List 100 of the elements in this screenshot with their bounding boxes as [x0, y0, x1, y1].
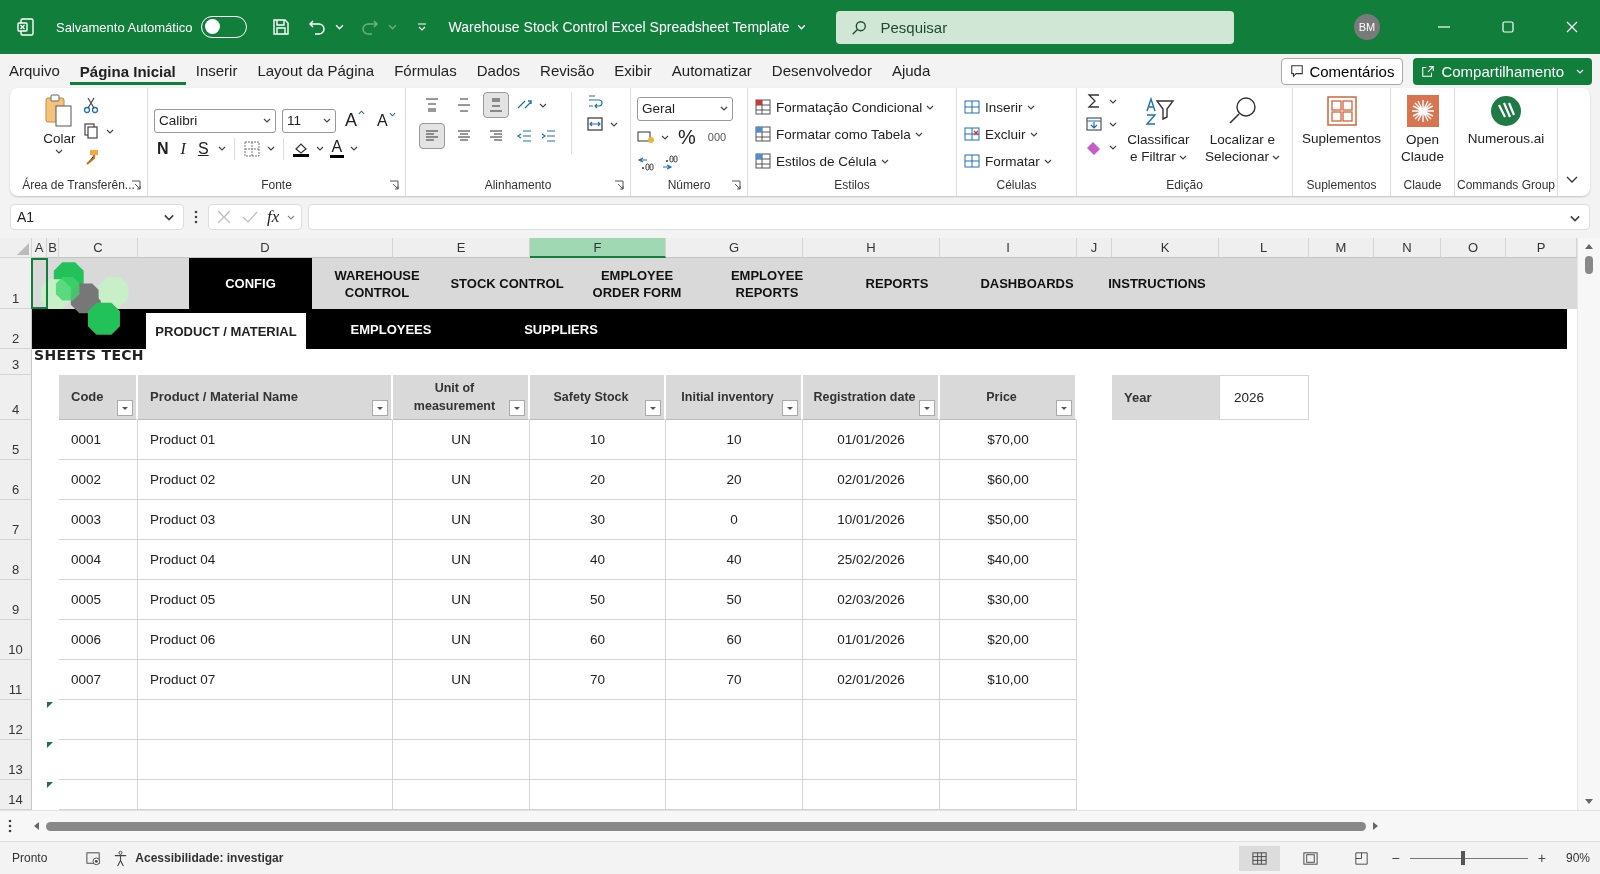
caret-icon[interactable] [105, 128, 114, 134]
column-header[interactable]: F [530, 238, 666, 258]
filter-dropdown-icon[interactable] [117, 400, 133, 416]
scroll-thumb[interactable] [46, 821, 1366, 831]
caret-icon[interactable] [538, 102, 547, 108]
ribbon-tab[interactable]: Automatizar [661, 55, 762, 87]
error-indicator-icon[interactable] [47, 742, 53, 748]
ribbon-tab[interactable]: Layout da Página [247, 55, 385, 87]
scroll-right-icon[interactable] [1372, 821, 1380, 831]
scroll-up-icon[interactable] [1584, 242, 1594, 250]
excel-icon[interactable] [16, 17, 36, 37]
filter-dropdown-icon[interactable] [372, 400, 388, 416]
ribbon-tab[interactable]: Fórmulas [384, 55, 467, 87]
caret-icon[interactable] [609, 121, 618, 127]
caret-icon[interactable] [217, 146, 226, 151]
scissors-icon[interactable] [81, 96, 100, 114]
row-header[interactable]: 9 [0, 580, 32, 620]
row-header[interactable]: 8 [0, 540, 32, 580]
paste-button[interactable]: Colar [43, 92, 76, 154]
insert-function-button[interactable]: fx [267, 207, 280, 227]
nav-tab[interactable]: EMPLOYEE REPORTS [702, 258, 832, 309]
zoom-in-button[interactable]: + [1537, 850, 1546, 866]
row-header[interactable]: 2 [0, 309, 32, 349]
ribbon-tab[interactable]: Exibir [604, 55, 662, 87]
row-header[interactable]: 12 [0, 700, 32, 740]
nav-tab[interactable]: STOCK CONTROL [442, 258, 572, 309]
thousands-button[interactable]: 000 [704, 131, 730, 143]
nav-tab[interactable]: CONFIG [189, 258, 312, 309]
decrease-decimal-icon[interactable] [661, 153, 679, 172]
filter-dropdown-icon[interactable] [509, 400, 525, 416]
caret-icon[interactable] [266, 146, 275, 151]
column-header[interactable]: D [138, 238, 393, 258]
merge-center-icon[interactable] [585, 115, 604, 133]
name-box[interactable]: A1 [10, 204, 184, 230]
shrink-font-button[interactable]: A [374, 111, 399, 130]
ribbon-tab[interactable]: Arquivo [8, 55, 70, 87]
copy-icon[interactable] [81, 122, 100, 140]
subnav-tab[interactable]: SUPPLIERS [476, 313, 646, 345]
fill-down-icon[interactable] [1084, 115, 1103, 133]
currency-icon[interactable] [637, 128, 655, 146]
font-name-dropdown[interactable]: Calibri [154, 108, 276, 133]
normal-view-button[interactable] [1238, 845, 1280, 871]
macro-record-icon[interactable] [85, 849, 103, 867]
scroll-down-icon[interactable] [1584, 798, 1594, 806]
nav-tab[interactable]: EMPLOYEE ORDER FORM [572, 258, 702, 309]
nav-tab[interactable]: REPORTS [832, 258, 962, 309]
ribbon-tab[interactable]: Página Inicial [69, 57, 186, 85]
styles-button[interactable]: Formatação Condicional [754, 96, 935, 118]
row-header[interactable]: 11 [0, 660, 32, 700]
ribbon-tab[interactable]: Revisão [530, 55, 605, 87]
filter-dropdown-icon[interactable] [919, 400, 935, 416]
borders-icon[interactable] [242, 139, 261, 158]
search-field[interactable]: Pesquisar [836, 10, 1235, 44]
dialog-launcher-icon[interactable] [389, 180, 399, 190]
horizontal-align-button[interactable] [418, 123, 445, 149]
column-header[interactable]: J [1077, 238, 1112, 258]
column-header[interactable]: O [1441, 238, 1506, 258]
cells-button[interactable]: Formatar [963, 150, 1052, 172]
ribbon-tab[interactable]: Desenvolvedor [761, 55, 882, 87]
row-header[interactable]: 3 [0, 349, 32, 375]
row-header[interactable]: 10 [0, 620, 32, 660]
column-header[interactable]: M [1309, 238, 1374, 258]
row-header[interactable]: 4 [0, 375, 32, 420]
cells-button[interactable]: Excluir [963, 123, 1038, 145]
dialog-launcher-icon[interactable] [731, 180, 741, 190]
formula-input[interactable] [308, 204, 1590, 230]
zoom-out-button[interactable]: − [1391, 850, 1400, 866]
column-header[interactable]: G [666, 238, 803, 258]
error-indicator-icon[interactable] [47, 702, 53, 708]
caret-icon[interactable] [1108, 98, 1117, 104]
row-header[interactable]: 1 [0, 258, 32, 309]
expand-icon[interactable] [1569, 215, 1581, 222]
column-header[interactable]: I [940, 238, 1077, 258]
column-header[interactable]: K [1112, 238, 1219, 258]
scroll-left-icon[interactable] [32, 821, 40, 831]
undo-icon[interactable] [306, 17, 327, 37]
styles-button[interactable]: Estilos de Célula [754, 150, 889, 172]
zoom-level[interactable]: 90% [1565, 851, 1590, 865]
row-header[interactable]: 5 [0, 420, 32, 460]
ribbon-tab[interactable]: Ajuda [881, 55, 941, 87]
zoom-slider-thumb[interactable] [1460, 850, 1465, 865]
underline-button[interactable]: S [194, 139, 212, 158]
percent-button[interactable]: % [675, 125, 699, 149]
dialog-launcher-icon[interactable] [614, 180, 624, 190]
column-header[interactable]: E [393, 238, 530, 258]
number-format-dropdown[interactable]: Geral [637, 96, 733, 121]
user-avatar[interactable]: BM [1354, 14, 1380, 40]
chevron-down-icon[interactable] [1566, 176, 1578, 184]
vertical-scrollbar[interactable] [1577, 238, 1600, 810]
numerous-button[interactable]: Numerous.ai [1467, 92, 1545, 146]
column-header[interactable]: A [32, 238, 47, 258]
bold-button[interactable]: N [154, 139, 172, 158]
styles-button[interactable]: Formatar como Tabela [754, 123, 923, 145]
grow-font-button[interactable]: A [342, 110, 368, 131]
ribbon-tab[interactable]: Inserir [185, 55, 248, 87]
column-header[interactable]: P [1506, 238, 1577, 258]
italic-button[interactable]: I [177, 139, 189, 158]
caret-icon[interactable] [1108, 144, 1117, 150]
font-size-dropdown[interactable]: 11 [282, 108, 336, 133]
row-header[interactable]: 14 [0, 780, 32, 810]
